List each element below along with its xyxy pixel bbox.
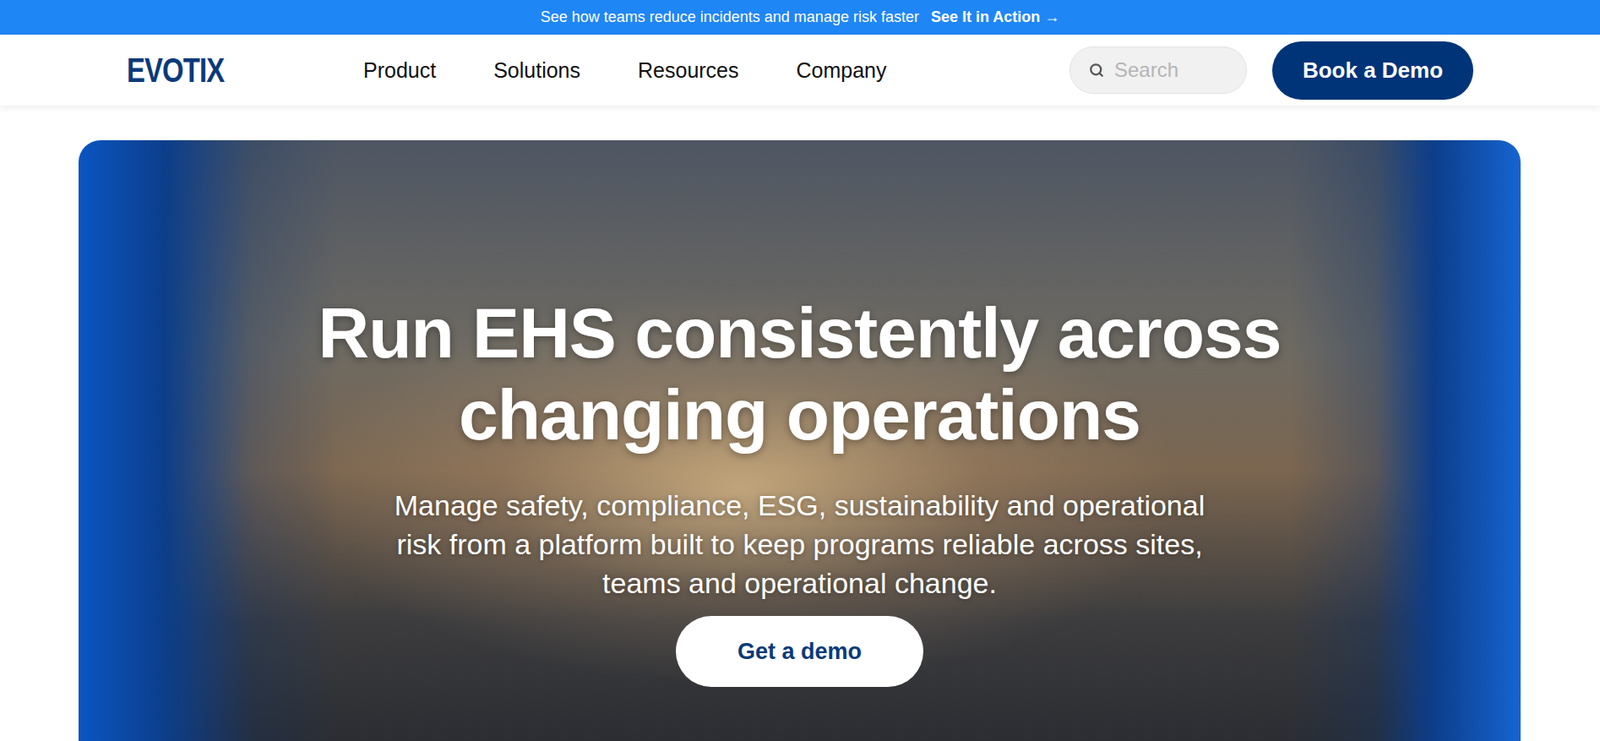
nav-item[interactable]: Product [363,58,436,83]
site-header: EVOTIX Product Solutions Resources Company Bo… [0,34,1600,106]
main-nav: Product Solutions Resources Company [363,58,888,83]
nav-item[interactable]: Resources [637,58,740,83]
hero: Run EHS consistently across changing ope… [78,140,1521,741]
hero-wrap: Run EHS consistently across changing ope… [0,105,1600,741]
hero-title: Run EHS consistently across changing ope… [301,292,1299,456]
search-icon [1088,62,1105,78]
banner-text: See how teams reduce incidents and manag… [540,8,920,27]
banner-link[interactable]: See It in Action → [930,8,1060,27]
search-input[interactable] [1112,57,1231,83]
page: See how teams reduce incidents and manag… [0,0,1600,741]
nav-item[interactable]: Solutions [493,58,581,83]
search-field[interactable] [1069,46,1247,94]
nav-item[interactable]: Company [796,58,888,83]
book-demo-button[interactable]: Book a Demo [1272,41,1474,100]
header-actions: Book a Demo [1069,41,1474,100]
announcement-banner: See how teams reduce incidents and manag… [0,0,1600,35]
get-demo-button[interactable]: Get a demo [675,615,924,687]
hero-subtitle: Manage safety, compliance, ESG, sustaina… [373,485,1227,603]
logo[interactable]: EVOTIX [126,51,231,90]
